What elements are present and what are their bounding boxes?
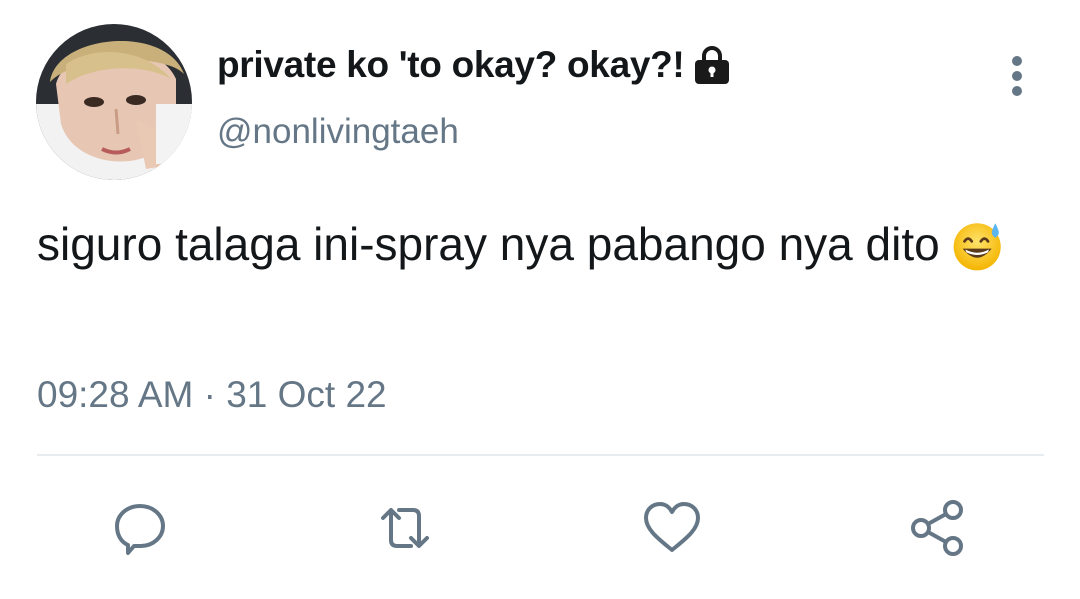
more-vertical-icon[interactable] (1000, 54, 1034, 98)
display-name[interactable]: private ko 'to okay? okay?! (217, 44, 732, 86)
reply-icon (115, 504, 165, 555)
divider (37, 454, 1044, 456)
reply-button[interactable] (108, 496, 172, 560)
share-icon (911, 500, 963, 556)
retweet-icon (381, 508, 429, 548)
avatar-image (36, 24, 192, 180)
grinning-face-with-sweat-icon (950, 216, 1008, 274)
user-handle[interactable]: @nonlivingtaeh (217, 112, 459, 152)
retweet-button[interactable] (373, 496, 437, 560)
share-button[interactable] (906, 496, 970, 560)
tweet-body: siguro talaga ini-spray nya pabango nya … (37, 218, 940, 270)
avatar[interactable] (36, 24, 192, 180)
lock-icon (692, 45, 732, 85)
tweet-timestamp: 09:28 AM · 31 Oct 22 (37, 374, 387, 415)
like-button[interactable] (640, 496, 704, 560)
tweet-text: siguro talaga ini-spray nya pabango nya … (37, 213, 1047, 275)
like-heart-icon (644, 502, 700, 552)
display-name-text: private ko 'to okay? okay?! (217, 44, 685, 85)
